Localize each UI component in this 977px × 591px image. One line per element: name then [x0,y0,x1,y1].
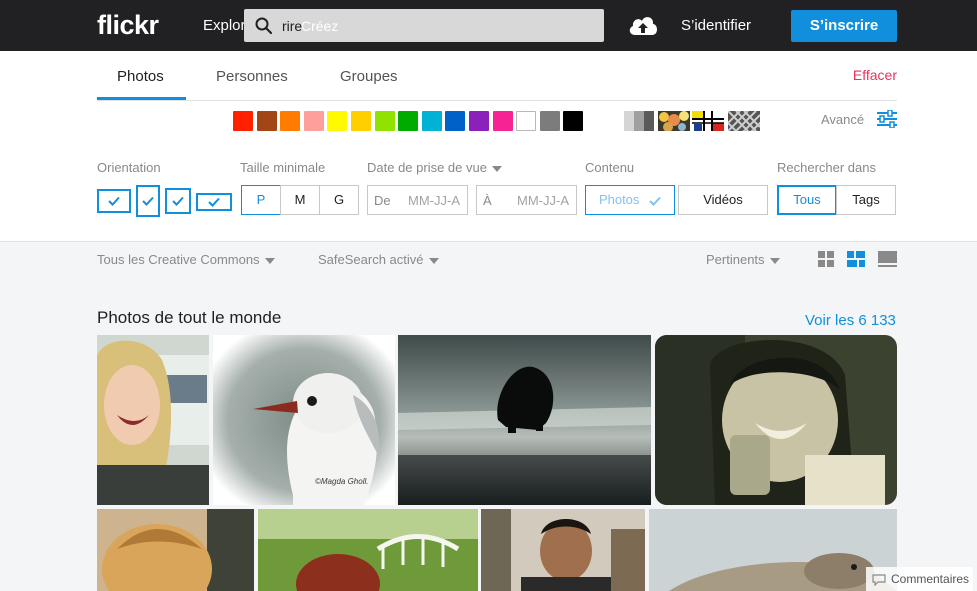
search-query-text: rire [282,18,303,34]
sort-dropdown[interactable]: Pertinents [706,252,780,267]
safesearch-label: SafeSearch activé [318,252,424,267]
comments-label: Commentaires [891,572,970,586]
checkmark-icon [172,196,184,206]
size-small-button[interactable]: P [241,185,281,215]
photo-thumbnail[interactable] [655,335,897,505]
upload-cloud-icon[interactable] [627,13,659,42]
date-from-input[interactable]: De MM-JJ-A [367,185,468,215]
checkmark-icon [108,196,120,206]
search-icon [255,17,273,35]
top-navigation-bar: flickr Explore rire Créez S’identifier S… [0,0,977,51]
checkmark-icon [142,196,154,206]
signin-link[interactable]: S’identifier [681,17,751,34]
tab-people[interactable]: Personnes [216,68,288,85]
orientation-square-toggle[interactable] [165,188,191,214]
size-medium-button[interactable]: M [280,185,320,215]
content-photos-label: Photos [598,192,640,207]
photo-watermark: ©Magda Gholl. [315,477,369,486]
chevron-down-icon [491,165,502,172]
search-in-tags-button[interactable]: Tags [836,185,896,215]
search-ghost-text: Créez [301,18,339,34]
color-swatch[interactable] [421,111,442,131]
date-from-placeholder: MM-JJ-A [408,193,460,208]
grid-view-icon[interactable] [818,251,834,272]
minimalist-icon[interactable] [692,111,724,131]
flickr-logo[interactable]: flickr [97,10,159,41]
sort-label: Pertinents [706,252,765,267]
photo-thumbnail[interactable] [97,509,254,591]
min-size-label: Taille minimale [240,160,326,175]
search-type-tabs: Photos Personnes Groupes Effacer [97,51,897,101]
safesearch-dropdown[interactable]: SafeSearch activé [318,252,439,267]
color-swatch[interactable] [469,111,489,131]
checkmark-icon [208,197,220,207]
license-label: Tous les Creative Commons [97,252,260,267]
orientation-landscape-toggle[interactable] [97,189,131,213]
color-swatch[interactable] [256,111,277,131]
justified-view-icon[interactable] [847,251,865,272]
photo-thumbnail[interactable] [481,509,645,591]
photo-thumbnail[interactable] [258,509,478,591]
search-in-label: Rechercher dans [777,160,876,175]
chevron-down-icon [428,257,439,264]
date-taken-dropdown[interactable]: Date de prise de vue [367,160,502,175]
content-videos-toggle[interactable]: Vidéos [678,185,768,215]
orientation-label: Orientation [97,160,161,175]
color-swatch[interactable] [492,111,513,131]
content-label: Contenu [585,160,635,175]
color-swatch[interactable] [351,111,371,131]
patterns-icon[interactable] [719,110,765,136]
date-from-prefix: De [374,193,391,208]
color-swatch[interactable] [563,111,584,131]
date-taken-label: Date de prise de vue [367,160,487,175]
color-swatch[interactable] [445,111,466,131]
content-photos-toggle[interactable]: Photos [585,185,675,215]
photo-thumbnail[interactable]: ©Magda Gholl. [213,335,395,505]
search-filter-panel: Photos Personnes Groupes Effacer Avancé … [0,51,977,242]
color-swatch[interactable] [280,111,301,131]
color-swatch[interactable] [233,111,253,131]
comment-bubble-icon [872,574,886,586]
color-swatch[interactable] [327,111,348,131]
date-to-prefix: À [483,193,492,208]
license-dropdown[interactable]: Tous les Creative Commons [97,252,275,267]
color-swatch[interactable] [303,111,324,131]
search-input[interactable]: rire Créez [244,9,604,42]
tab-groups[interactable]: Groupes [340,68,398,85]
color-swatch[interactable] [398,111,419,131]
clear-filters-link[interactable]: Effacer [853,67,897,83]
black-and-white-icon[interactable] [624,111,656,131]
date-to-placeholder: MM-JJ-A [517,193,569,208]
advanced-sliders-icon[interactable] [876,109,898,133]
size-large-button[interactable]: G [319,185,359,215]
orientation-portrait-toggle[interactable] [136,185,160,217]
shallow-depth-of-field-icon[interactable] [658,111,690,132]
chevron-down-icon [264,257,275,264]
results-section-title: Photos de tout le monde [97,308,282,327]
color-swatch[interactable] [374,111,395,131]
comments-button[interactable]: Commentaires [866,567,974,591]
date-to-input[interactable]: À MM-JJ-A [476,185,577,215]
tab-photos[interactable]: Photos [117,68,164,85]
chevron-down-icon [769,257,780,264]
advanced-label[interactable]: Avancé [821,112,864,127]
photo-thumbnail[interactable] [398,335,651,505]
orientation-panorama-toggle[interactable] [196,193,232,211]
color-swatch[interactable] [516,111,537,131]
active-tab-indicator [97,97,186,100]
checkmark-icon [649,196,661,206]
photo-thumbnail[interactable] [97,335,209,505]
color-swatch[interactable] [539,111,560,131]
photo-thumbnail[interactable] [649,509,897,591]
search-in-all-button[interactable]: Tous [777,185,837,215]
signup-button[interactable]: S’inscrire [791,10,897,42]
see-all-link[interactable]: Voir les 6 133 [805,312,896,329]
single-view-icon[interactable] [878,251,897,272]
